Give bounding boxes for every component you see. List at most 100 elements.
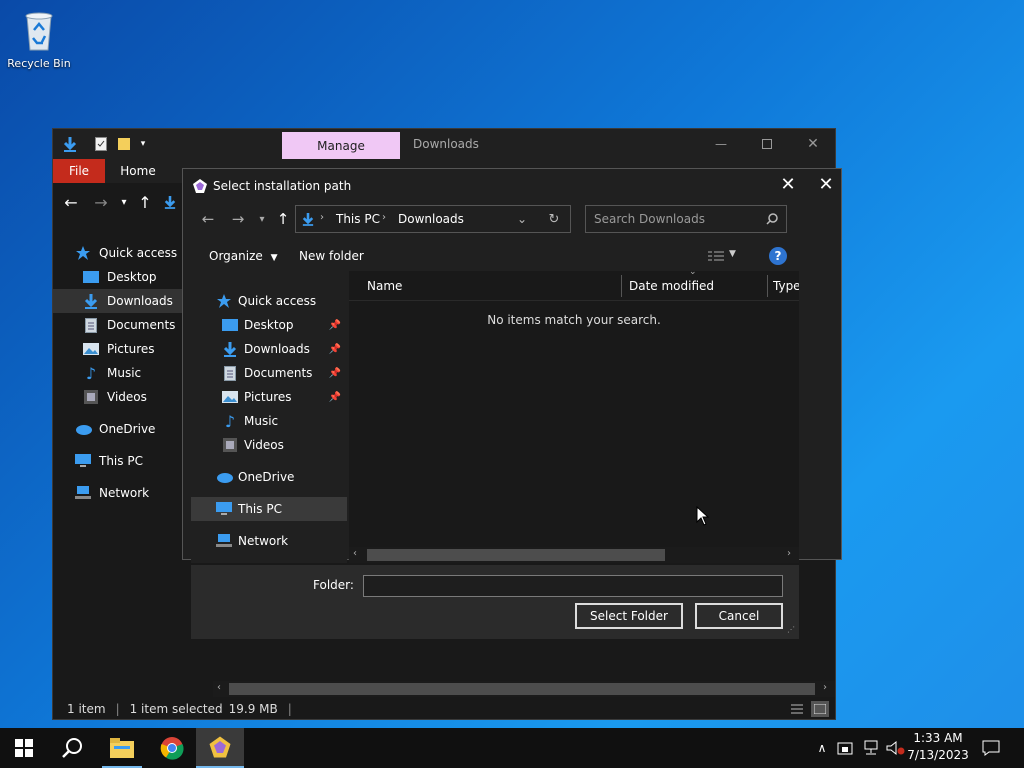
- scroll-thumb[interactable]: [367, 549, 665, 561]
- nav-item-downloads[interactable]: Downloads 📌: [191, 337, 347, 361]
- network-security-icon[interactable]: [836, 739, 856, 757]
- nav-item-documents[interactable]: Documents 📌: [191, 361, 347, 385]
- nav-item-onedrive[interactable]: OneDrive: [191, 465, 347, 489]
- clock-time: 1:33 AM: [913, 731, 963, 745]
- breadcrumb-this-pc[interactable]: This PC: [336, 212, 380, 226]
- dialog-title: Select installation path: [213, 179, 352, 193]
- refresh-icon[interactable]: ↻: [546, 211, 562, 227]
- taskbar-chrome[interactable]: [148, 728, 196, 768]
- pin-icon: 📌: [328, 391, 341, 403]
- scroll-right-icon[interactable]: ›: [787, 548, 791, 559]
- video-icon: [81, 388, 101, 406]
- breadcrumb-downloads[interactable]: Downloads: [398, 212, 464, 226]
- nav-item-videos[interactable]: Videos: [191, 433, 347, 457]
- pin-icon: 📌: [328, 343, 341, 355]
- select-installation-path-dialog[interactable]: Select installation path ✕ ✕ ← → ▾ ↑ › T…: [182, 168, 842, 639]
- taskbar-installer-app[interactable]: [196, 728, 244, 768]
- quick-access-toolbar-dropdown-icon[interactable]: ▾: [137, 137, 149, 151]
- properties-icon[interactable]: [93, 135, 109, 153]
- file-list-horizontal-scrollbar[interactable]: ‹ ›: [349, 547, 799, 563]
- back-arrow-icon[interactable]: ←: [61, 192, 81, 212]
- download-location-icon: [161, 193, 179, 211]
- column-separator[interactable]: [621, 275, 622, 297]
- nav-item-music[interactable]: ♪ Music: [191, 409, 347, 433]
- installer-close-icon[interactable]: ✕: [811, 171, 841, 197]
- minimize-icon[interactable]: —: [709, 133, 733, 155]
- search-box[interactable]: Search Downloads: [585, 205, 787, 233]
- manage-tab[interactable]: Manage: [282, 132, 400, 160]
- new-folder-button[interactable]: New folder: [299, 249, 364, 263]
- nav-item-this-pc[interactable]: This PC: [191, 497, 347, 521]
- scroll-thumb[interactable]: [229, 683, 815, 695]
- folder-label: Folder:: [313, 578, 354, 592]
- picture-icon: [221, 388, 239, 406]
- music-icon: ♪: [224, 411, 236, 431]
- scroll-right-icon[interactable]: ›: [823, 682, 827, 693]
- pin-icon: 📌: [328, 319, 341, 331]
- nav-item-desktop[interactable]: Desktop 📌: [191, 313, 347, 337]
- address-dropdown-chevron-icon[interactable]: ⌄: [514, 211, 530, 227]
- taskbar: ∧ 1:33 AM 7/13/2023: [0, 728, 1024, 768]
- help-icon[interactable]: ?: [769, 247, 787, 265]
- explorer-title: Downloads: [413, 137, 479, 151]
- document-icon: [81, 316, 101, 334]
- network-status-icon[interactable]: [862, 739, 882, 757]
- organize-button[interactable]: Organize ▼: [209, 249, 278, 263]
- dialog-title-bar: Select installation path: [191, 175, 351, 197]
- address-bar[interactable]: › This PC › Downloads ⌄ ↻: [295, 205, 571, 233]
- chrome-icon: [160, 737, 184, 760]
- scroll-left-icon[interactable]: ‹: [217, 682, 221, 693]
- file-tab[interactable]: File: [53, 159, 105, 183]
- new-folder-icon[interactable]: [115, 135, 133, 153]
- view-options-icon[interactable]: [705, 247, 727, 265]
- search-icon[interactable]: [764, 211, 780, 227]
- show-hidden-icons-chevron-icon[interactable]: ∧: [814, 740, 830, 756]
- view-options-dropdown-icon[interactable]: ▼: [729, 249, 736, 259]
- recent-locations-chevron-icon[interactable]: ▾: [117, 194, 131, 210]
- explorer-horizontal-scrollbar[interactable]: ‹ ›: [213, 681, 835, 697]
- column-type[interactable]: Type: [773, 271, 799, 301]
- computer-icon: [73, 452, 93, 470]
- download-location-icon: [300, 211, 316, 227]
- cancel-button[interactable]: Cancel: [695, 603, 783, 629]
- forward-arrow-icon[interactable]: →: [91, 192, 111, 212]
- close-icon[interactable]: ✕: [801, 133, 825, 155]
- app-logo-icon: [191, 177, 209, 195]
- explorer-title-bar: ▾ Manage Downloads — ✕: [53, 129, 835, 160]
- taskbar-file-explorer[interactable]: [98, 728, 146, 768]
- select-folder-button[interactable]: Select Folder: [575, 603, 683, 629]
- recycle-bin[interactable]: Recycle Bin: [6, 8, 72, 70]
- start-button[interactable]: [0, 728, 48, 768]
- clock-date: 7/13/2023: [907, 748, 969, 762]
- large-icons-view-icon[interactable]: [811, 701, 829, 717]
- recent-locations-chevron-icon[interactable]: ▾: [255, 211, 269, 227]
- system-clock[interactable]: 1:33 AM 7/13/2023: [900, 730, 976, 764]
- search-button[interactable]: [48, 728, 96, 768]
- scroll-left-icon[interactable]: ‹: [353, 548, 357, 559]
- dialog-navigation-pane: Quick access Desktop 📌 Downloads 📌 Docum…: [191, 271, 347, 563]
- back-arrow-icon[interactable]: ←: [197, 209, 219, 229]
- up-arrow-icon[interactable]: ↑: [135, 192, 155, 212]
- notifications-icon[interactable]: [980, 738, 1002, 758]
- breadcrumb-separator-icon: ›: [320, 212, 324, 223]
- picture-icon: [81, 340, 101, 358]
- details-view-icon[interactable]: [789, 701, 805, 717]
- recycle-bin-label: Recycle Bin: [7, 57, 71, 70]
- folder-input[interactable]: [363, 575, 783, 597]
- home-tab[interactable]: Home: [111, 159, 165, 183]
- resize-grip-icon[interactable]: ⋰: [787, 625, 795, 634]
- file-list[interactable]: Name Date modified ⌄ Type No items match…: [349, 267, 799, 563]
- dialog-close-icon[interactable]: ✕: [773, 171, 803, 197]
- nav-item-pictures[interactable]: Pictures 📌: [191, 385, 347, 409]
- column-separator[interactable]: [767, 275, 768, 297]
- cloud-icon: [73, 420, 93, 438]
- up-arrow-icon[interactable]: ↑: [273, 209, 293, 229]
- status-separator: |: [287, 702, 292, 716]
- folder-icon: [110, 738, 134, 758]
- nav-item-network[interactable]: Network: [191, 529, 347, 553]
- column-name[interactable]: Name: [367, 271, 402, 301]
- forward-arrow-icon[interactable]: →: [227, 209, 249, 229]
- column-date-modified[interactable]: Date modified: [629, 271, 714, 301]
- maximize-icon[interactable]: [755, 133, 779, 155]
- nav-item-quick-access[interactable]: Quick access: [191, 289, 347, 313]
